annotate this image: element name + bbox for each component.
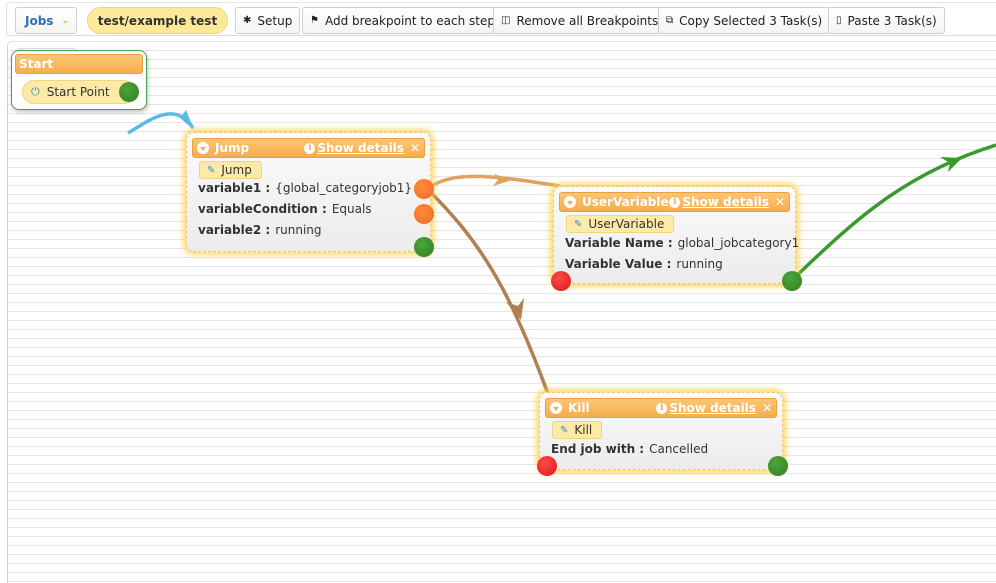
add-breakpoints-button[interactable]: ⚑ Add breakpoint to each step xyxy=(302,7,503,34)
workflow-canvas[interactable] xyxy=(7,41,996,583)
close-icon[interactable]: ✕ xyxy=(762,401,772,415)
jump-true-port[interactable] xyxy=(414,179,434,199)
prop-value: running xyxy=(275,223,322,237)
show-details-link[interactable]: Show details xyxy=(669,401,756,415)
close-icon[interactable]: ✕ xyxy=(410,141,420,155)
kill-node-title: Kill xyxy=(568,401,590,415)
uservariable-success-port[interactable] xyxy=(782,271,802,291)
copy-icon: ⧉ xyxy=(666,15,674,26)
start-node[interactable]: Start ⏻ Start Point xyxy=(11,50,147,110)
uservariable-edit-tag[interactable]: ✎ UserVariable xyxy=(566,215,675,233)
gear-icon: ✱ xyxy=(243,15,252,26)
paste-tasks-label: Paste 3 Task(s) xyxy=(847,13,937,28)
prop-key: Variable Name : xyxy=(565,236,673,250)
jump-success-port[interactable] xyxy=(414,237,434,257)
jump-edit-tag[interactable]: ✎ Jump xyxy=(199,161,262,179)
uservariable-tag-label: UserVariable xyxy=(588,217,665,231)
collapse-icon[interactable] xyxy=(564,196,576,208)
start-output-port[interactable] xyxy=(119,82,139,102)
uservariable-prop-value: Variable Value : running xyxy=(565,257,723,271)
kill-error-port[interactable] xyxy=(537,456,557,476)
pencil-icon: ✎ xyxy=(560,424,569,436)
job-name-badge[interactable]: test/example test xyxy=(87,7,228,34)
uservariable-error-port[interactable] xyxy=(551,271,571,291)
prop-key: End job with : xyxy=(551,442,645,456)
start-point-label: Start Point xyxy=(46,85,110,99)
info-icon: i xyxy=(656,402,668,414)
close-icon[interactable]: ✕ xyxy=(775,195,785,209)
kill-edit-tag[interactable]: ✎ Kill xyxy=(552,421,603,439)
jump-node-header[interactable]: Jump i Show details ✕ xyxy=(192,138,425,158)
prop-key: variableCondition : xyxy=(198,202,327,216)
collapse-icon[interactable] xyxy=(550,402,562,414)
pencil-icon: ✎ xyxy=(574,218,583,230)
copy-tasks-button[interactable]: ⧉ Copy Selected 3 Task(s) xyxy=(658,7,831,34)
kill-node[interactable]: Kill i Show details ✕ ✎ Kill End job wit… xyxy=(537,392,788,476)
copy-tasks-label: Copy Selected 3 Task(s) xyxy=(679,13,823,28)
uservariable-prop-name: Variable Name : global_jobcategory1 xyxy=(565,236,799,250)
power-icon: ⏻ xyxy=(31,85,40,98)
kill-prop-end-job-with: End job with : Cancelled xyxy=(551,442,708,456)
kill-success-port[interactable] xyxy=(768,456,788,476)
prop-value: Cancelled xyxy=(649,442,709,456)
collapse-icon[interactable] xyxy=(197,142,209,154)
flag-icon: ⚑ xyxy=(310,15,319,26)
jump-false-port[interactable] xyxy=(414,204,434,224)
jump-tag-label: Jump xyxy=(221,163,252,177)
paste-tasks-button[interactable]: ▯ Paste 3 Task(s) xyxy=(828,7,945,34)
add-breakpoints-label: Add breakpoint to each step xyxy=(324,13,495,28)
prop-value: {global_categoryjob1} xyxy=(275,181,413,195)
jobs-menu-button[interactable]: Jobs ⌄ xyxy=(15,7,77,34)
setup-button[interactable]: ✱ Setup xyxy=(235,7,301,34)
info-icon: i xyxy=(304,142,316,154)
toolbar: Jobs ⌄ test/example test ✱ Setup ⚑ Add b… xyxy=(0,0,996,40)
show-details-link[interactable]: Show details xyxy=(317,141,404,155)
start-node-header[interactable]: Start xyxy=(15,54,143,74)
jump-node[interactable]: Jump i Show details ✕ ✎ Jump variable1 :… xyxy=(186,132,434,257)
setup-label: Setup xyxy=(257,13,293,28)
prop-value: global_jobcategory1 xyxy=(677,236,800,250)
prop-key: Variable Value : xyxy=(565,257,672,271)
remove-breakpoints-label: Remove all Breakpoints xyxy=(516,13,659,28)
kill-node-header[interactable]: Kill i Show details ✕ xyxy=(545,398,777,418)
show-details-link[interactable]: Show details xyxy=(682,195,769,209)
jump-node-title: Jump xyxy=(215,141,250,155)
prop-key: variable1 : xyxy=(198,181,271,195)
pencil-icon: ✎ xyxy=(207,164,216,176)
remove-breakpoints-button[interactable]: ◫ Remove all Breakpoints xyxy=(493,7,667,34)
trash-icon: ◫ xyxy=(501,15,511,26)
uservariable-node[interactable]: UserVariable i Show details ✕ ✎ UserVari… xyxy=(551,186,802,291)
jobs-menu-label: Jobs xyxy=(25,13,54,28)
prop-key: variable2 : xyxy=(198,223,271,237)
jump-prop-variablecondition: variableCondition : Equals xyxy=(198,202,372,216)
kill-tag-label: Kill xyxy=(574,423,593,437)
uservariable-node-title: UserVariable xyxy=(582,195,669,209)
jump-prop-variable2: variable2 : running xyxy=(198,223,322,237)
prop-value: Equals xyxy=(331,202,372,216)
chevron-down-icon: ⌄ xyxy=(61,15,69,26)
start-node-title: Start xyxy=(19,57,54,71)
prop-value: running xyxy=(676,257,723,271)
paste-icon: ▯ xyxy=(836,15,842,26)
uservariable-node-header[interactable]: UserVariable i Show details ✕ xyxy=(559,192,790,212)
info-icon: i xyxy=(669,196,681,208)
jump-prop-variable1: variable1 : {global_categoryjob1} xyxy=(198,181,412,195)
